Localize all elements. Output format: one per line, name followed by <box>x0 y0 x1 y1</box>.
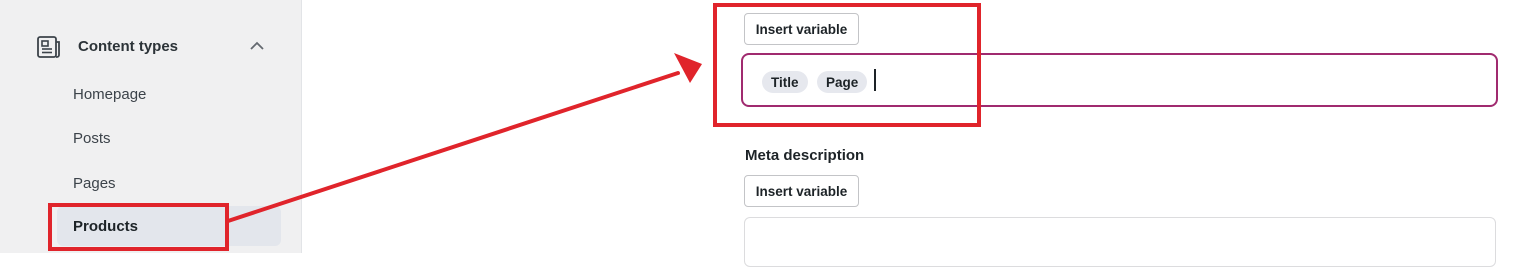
sidebar-item-label: Homepage <box>73 85 147 103</box>
sidebar-item-posts[interactable]: Posts <box>57 118 281 158</box>
sidebar-item-pages[interactable]: Pages <box>57 163 281 203</box>
variable-chip-page[interactable]: Page <box>817 71 868 93</box>
content-types-icon <box>36 34 62 60</box>
meta-description-insert-variable-button[interactable]: Insert variable <box>744 175 859 207</box>
seo-title-input[interactable]: Title Page <box>741 53 1498 107</box>
content-types-label: Content types <box>78 38 179 55</box>
chevron-up-icon[interactable] <box>249 38 265 54</box>
sidebar-item-products[interactable]: Products <box>57 206 281 246</box>
sidebar-item-label: Products <box>73 217 139 235</box>
seo-title-insert-variable-button[interactable]: Insert variable <box>744 13 859 45</box>
content-types-section-toggle[interactable]: Content types <box>36 34 276 60</box>
sidebar-item-homepage[interactable]: Homepage <box>57 74 281 114</box>
meta-description-input[interactable] <box>744 217 1496 267</box>
sidebar: Content types Homepage Posts Pages Produ… <box>0 0 302 253</box>
variable-chip-title[interactable]: Title <box>762 71 808 93</box>
text-caret <box>874 69 876 91</box>
sidebar-item-label: Posts <box>73 129 111 147</box>
sidebar-item-label: Pages <box>73 174 116 192</box>
meta-description-label: Meta description <box>745 147 865 164</box>
